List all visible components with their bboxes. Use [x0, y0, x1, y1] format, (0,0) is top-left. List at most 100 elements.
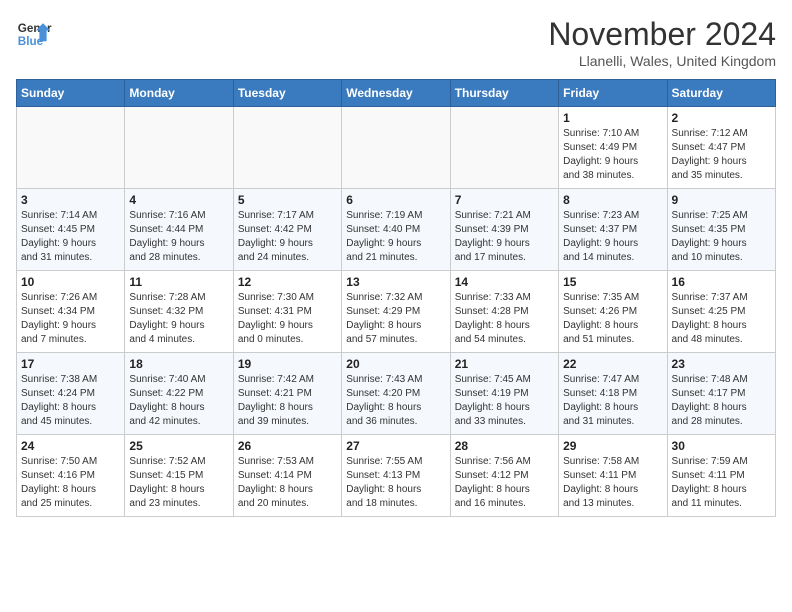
weekday-header-monday: Monday [125, 80, 233, 107]
day-info: Sunrise: 7:30 AM Sunset: 4:31 PM Dayligh… [238, 291, 337, 347]
day-info: Sunrise: 7:16 AM Sunset: 4:44 PM Dayligh… [129, 209, 228, 265]
day-number: 25 [129, 439, 228, 453]
day-info: Sunrise: 7:59 AM Sunset: 4:11 PM Dayligh… [672, 455, 771, 511]
calendar-cell: 13 Sunrise: 7:32 AM Sunset: 4:29 PM Dayli… [342, 271, 450, 353]
calendar-cell: 16 Sunrise: 7:37 AM Sunset: 4:25 PM Dayli… [667, 271, 775, 353]
day-info: Sunrise: 7:45 AM Sunset: 4:19 PM Dayligh… [455, 373, 554, 429]
calendar-cell: 12 Sunrise: 7:30 AM Sunset: 4:31 PM Dayli… [233, 271, 341, 353]
day-info: Sunrise: 7:33 AM Sunset: 4:28 PM Dayligh… [455, 291, 554, 347]
calendar-cell: 30Sunrise: 7:59 AM Sunset: 4:11 PM Dayli… [667, 435, 775, 517]
day-number: 13 [346, 275, 445, 289]
weekday-header-tuesday: Tuesday [233, 80, 341, 107]
calendar-week-4: 17 Sunrise: 7:38 AM Sunset: 4:24 PM Dayli… [17, 353, 776, 435]
day-info: Sunrise: 7:38 AM Sunset: 4:24 PM Dayligh… [21, 373, 120, 429]
calendar-cell: 7 Sunrise: 7:21 AM Sunset: 4:39 PM Daylig… [450, 189, 558, 271]
calendar-cell: 25 Sunrise: 7:52 AM Sunset: 4:15 PM Dayli… [125, 435, 233, 517]
day-number: 7 [455, 193, 554, 207]
day-number: 4 [129, 193, 228, 207]
calendar-cell: 5 Sunrise: 7:17 AM Sunset: 4:42 PM Daylig… [233, 189, 341, 271]
day-info: Sunrise: 7:42 AM Sunset: 4:21 PM Dayligh… [238, 373, 337, 429]
calendar-cell: 10Sunrise: 7:26 AM Sunset: 4:34 PM Dayli… [17, 271, 125, 353]
day-info: Sunrise: 7:56 AM Sunset: 4:12 PM Dayligh… [455, 455, 554, 511]
day-number: 1 [563, 111, 662, 125]
calendar-cell: 3 Sunrise: 7:14 AM Sunset: 4:45 PM Daylig… [17, 189, 125, 271]
calendar-cell: 18Sunrise: 7:40 AM Sunset: 4:22 PM Dayli… [125, 353, 233, 435]
calendar-cell [233, 107, 341, 189]
calendar-table: SundayMondayTuesdayWednesdayThursdayFrid… [16, 79, 776, 517]
day-info: Sunrise: 7:48 AM Sunset: 4:17 PM Dayligh… [672, 373, 771, 429]
day-number: 8 [563, 193, 662, 207]
calendar-cell: 29Sunrise: 7:58 AM Sunset: 4:11 PM Dayli… [559, 435, 667, 517]
page-header: General Blue November 2024 Llanelli, Wal… [16, 16, 776, 69]
day-number: 14 [455, 275, 554, 289]
calendar-cell [450, 107, 558, 189]
calendar-cell [17, 107, 125, 189]
weekday-header-friday: Friday [559, 80, 667, 107]
day-number: 15 [563, 275, 662, 289]
calendar-week-2: 3 Sunrise: 7:14 AM Sunset: 4:45 PM Daylig… [17, 189, 776, 271]
location: Llanelli, Wales, United Kingdom [548, 53, 776, 69]
calendar-cell: 14 Sunrise: 7:33 AM Sunset: 4:28 PM Dayli… [450, 271, 558, 353]
day-info: Sunrise: 7:21 AM Sunset: 4:39 PM Dayligh… [455, 209, 554, 265]
calendar-cell: 6 Sunrise: 7:19 AM Sunset: 4:40 PM Daylig… [342, 189, 450, 271]
day-number: 12 [238, 275, 337, 289]
day-number: 5 [238, 193, 337, 207]
calendar-cell: 28Sunrise: 7:56 AM Sunset: 4:12 PM Dayli… [450, 435, 558, 517]
day-info: Sunrise: 7:14 AM Sunset: 4:45 PM Dayligh… [21, 209, 120, 265]
calendar-cell: 11 Sunrise: 7:28 AM Sunset: 4:32 PM Dayli… [125, 271, 233, 353]
calendar-cell: 8 Sunrise: 7:23 AM Sunset: 4:37 PM Daylig… [559, 189, 667, 271]
calendar-cell: 4 Sunrise: 7:16 AM Sunset: 4:44 PM Daylig… [125, 189, 233, 271]
day-number: 3 [21, 193, 120, 207]
day-info: Sunrise: 7:47 AM Sunset: 4:18 PM Dayligh… [563, 373, 662, 429]
calendar-cell: 27Sunrise: 7:55 AM Sunset: 4:13 PM Dayli… [342, 435, 450, 517]
calendar-cell: 2 Sunrise: 7:12 AM Sunset: 4:47 PM Daylig… [667, 107, 775, 189]
day-info: Sunrise: 7:32 AM Sunset: 4:29 PM Dayligh… [346, 291, 445, 347]
day-info: Sunrise: 7:58 AM Sunset: 4:11 PM Dayligh… [563, 455, 662, 511]
calendar-cell: 20Sunrise: 7:43 AM Sunset: 4:20 PM Dayli… [342, 353, 450, 435]
month-title: November 2024 [548, 16, 776, 53]
weekday-header-saturday: Saturday [667, 80, 775, 107]
weekday-header-sunday: Sunday [17, 80, 125, 107]
calendar-cell: 1 Sunrise: 7:10 AM Sunset: 4:49 PM Daylig… [559, 107, 667, 189]
weekday-header-wednesday: Wednesday [342, 80, 450, 107]
calendar-cell: 24 Sunrise: 7:50 AM Sunset: 4:16 PM Dayli… [17, 435, 125, 517]
day-number: 11 [129, 275, 228, 289]
day-number: 17 [21, 357, 120, 371]
day-info: Sunrise: 7:23 AM Sunset: 4:37 PM Dayligh… [563, 209, 662, 265]
calendar-week-1: 1 Sunrise: 7:10 AM Sunset: 4:49 PM Daylig… [17, 107, 776, 189]
weekday-header-thursday: Thursday [450, 80, 558, 107]
day-info: Sunrise: 7:55 AM Sunset: 4:13 PM Dayligh… [346, 455, 445, 511]
calendar-cell: 9 Sunrise: 7:25 AM Sunset: 4:35 PM Daylig… [667, 189, 775, 271]
calendar-cell: 19 Sunrise: 7:42 AM Sunset: 4:21 PM Dayli… [233, 353, 341, 435]
day-number: 26 [238, 439, 337, 453]
calendar-cell: 23Sunrise: 7:48 AM Sunset: 4:17 PM Dayli… [667, 353, 775, 435]
calendar-cell: 17 Sunrise: 7:38 AM Sunset: 4:24 PM Dayli… [17, 353, 125, 435]
calendar-cell: 15Sunrise: 7:35 AM Sunset: 4:26 PM Dayli… [559, 271, 667, 353]
day-number: 2 [672, 111, 771, 125]
logo: General Blue [16, 16, 52, 52]
calendar-cell [342, 107, 450, 189]
day-number: 9 [672, 193, 771, 207]
day-info: Sunrise: 7:37 AM Sunset: 4:25 PM Dayligh… [672, 291, 771, 347]
day-info: Sunrise: 7:10 AM Sunset: 4:49 PM Dayligh… [563, 127, 662, 183]
day-number: 24 [21, 439, 120, 453]
day-number: 21 [455, 357, 554, 371]
day-number: 16 [672, 275, 771, 289]
calendar-cell: 26 Sunrise: 7:53 AM Sunset: 4:14 PM Dayli… [233, 435, 341, 517]
day-info: Sunrise: 7:17 AM Sunset: 4:42 PM Dayligh… [238, 209, 337, 265]
calendar-cell: 21 Sunrise: 7:45 AM Sunset: 4:19 PM Dayli… [450, 353, 558, 435]
title-block: November 2024 Llanelli, Wales, United Ki… [548, 16, 776, 69]
day-info: Sunrise: 7:43 AM Sunset: 4:20 PM Dayligh… [346, 373, 445, 429]
day-info: Sunrise: 7:12 AM Sunset: 4:47 PM Dayligh… [672, 127, 771, 183]
day-number: 18 [129, 357, 228, 371]
day-number: 19 [238, 357, 337, 371]
calendar-cell: 22Sunrise: 7:47 AM Sunset: 4:18 PM Dayli… [559, 353, 667, 435]
day-number: 6 [346, 193, 445, 207]
day-info: Sunrise: 7:19 AM Sunset: 4:40 PM Dayligh… [346, 209, 445, 265]
day-info: Sunrise: 7:52 AM Sunset: 4:15 PM Dayligh… [129, 455, 228, 511]
day-info: Sunrise: 7:53 AM Sunset: 4:14 PM Dayligh… [238, 455, 337, 511]
day-info: Sunrise: 7:50 AM Sunset: 4:16 PM Dayligh… [21, 455, 120, 511]
day-info: Sunrise: 7:28 AM Sunset: 4:32 PM Dayligh… [129, 291, 228, 347]
day-info: Sunrise: 7:25 AM Sunset: 4:35 PM Dayligh… [672, 209, 771, 265]
logo-icon: General Blue [16, 16, 52, 52]
